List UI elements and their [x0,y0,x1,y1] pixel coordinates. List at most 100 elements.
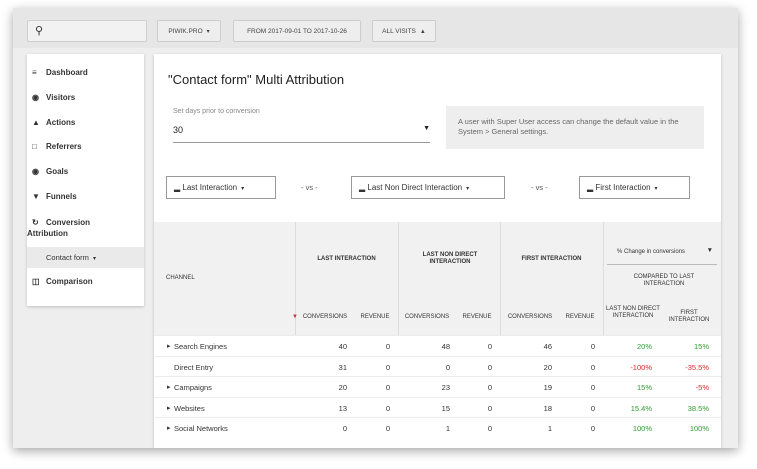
funnel-icon: ▼ [32,192,40,201]
col-conversions-3[interactable]: CONVERSIONS [505,314,555,320]
table-row[interactable]: ▸ Campaigns 20 0 23 0 19 0 15% -5% [154,376,721,397]
channel-header: CHANNEL [166,275,195,281]
settings-info-box: A user with Super User access can change… [446,106,704,149]
conversions-first: 19 [543,383,552,392]
col-revenue-3[interactable]: REVENUE [560,314,600,320]
change-first: 100% [689,424,709,433]
revenue-first: 0 [590,424,595,433]
sidebar-item-conversion-attribution[interactable]: ↻ Conversion Attribution [27,217,127,239]
expand-toggle-icon[interactable]: ▸ [167,424,171,432]
date-range-button[interactable]: FROM 2017-09-01 TO 2017-10-26 [233,20,361,42]
model-select-1[interactable]: ▂ Last Interaction ▾ [166,176,276,199]
sidebar-subitem-label: Contact form [46,253,89,262]
calendar-icon: □ [32,142,37,151]
change-last-non-direct: -100% [630,362,652,372]
col-conversions-2[interactable]: CONVERSIONS [402,314,452,320]
segment-button[interactable]: ALL VISITS ▲ [372,20,436,42]
search-input[interactable]: ⚲ [27,20,147,42]
expand-toggle-icon[interactable]: ▸ [167,342,171,350]
sidebar-item-label: Visitors [46,93,76,102]
conversions-last: 31 [338,362,347,372]
change-last-non-direct: 20% [636,342,652,351]
sidebar-item-label: Dashboard [46,68,88,77]
channel-name: Direct Entry [174,362,214,372]
compare-icon: ◫ [32,277,40,286]
change-first: -35.5% [685,362,709,372]
expand-toggle-icon[interactable]: ▸ [167,383,171,391]
refresh-icon: ↻ [32,218,39,227]
table-row[interactable]: ▸ Social Networks 0 0 1 0 1 0 100% 100% [154,417,721,438]
caret-down-icon: ▾ [466,186,470,192]
revenue-last: 0 [385,403,390,413]
target-icon: ◉ [32,167,39,176]
segment-label: ALL VISITS [382,28,416,35]
table-row[interactable]: ▸ Websites 13 0 15 0 18 0 15.4% 38.5% [154,396,721,418]
conversions-first: 20 [543,362,552,372]
sidebar-item-label: Actions [46,118,76,127]
sidebar: ≡ Dashboard ◉ Visitors ▲ Actions □ Referrers… [27,54,144,306]
column-divider [603,222,604,335]
revenue-first: 0 [590,383,595,392]
sidebar-item-funnels[interactable]: ▼ Funnels [27,192,77,201]
model-select-label: First Interaction [595,183,651,192]
vs-label: - vs - [531,183,548,192]
revenue-last-non-direct: 0 [487,383,492,392]
channel-name: Search Engines [174,342,227,351]
conversions-first: 1 [547,424,552,433]
model-select-3[interactable]: ▂ First Interaction ▾ [579,176,690,199]
conversions-last-non-direct: 15 [441,403,450,413]
change-first: 38.5% [687,403,709,413]
change-first: 15% [693,342,709,351]
conversions-last-non-direct: 0 [445,362,450,372]
sidebar-item-dashboard[interactable]: ≡ Dashboard [27,68,88,77]
table-row[interactable]: ▸ Search Engines 40 0 48 0 46 0 20% 15% [154,335,721,356]
segment-icon: ▲ [419,29,426,35]
days-prior-select[interactable]: 30 ▼ [173,122,430,143]
sort-desc-icon[interactable]: ▼ [292,314,298,320]
group-header-first: FIRST INTERACTION [521,256,582,262]
conversions-last: 20 [338,383,347,392]
conversions-last: 0 [342,424,347,433]
caret-down-icon: ▾ [654,186,658,192]
sidebar-item-actions[interactable]: ▲ Actions [27,118,75,127]
col-revenue-1[interactable]: REVENUE [355,314,395,320]
caret-down-icon: ▾ [92,256,96,262]
revenue-first: 0 [590,342,595,351]
sidebar-item-goals[interactable]: ◉ Goals [27,167,68,176]
change-metric-select[interactable]: % Change in conversions ▼ [607,240,717,265]
model-select-2[interactable]: ▂ Last Non Direct Interaction ▾ [351,176,505,199]
top-bar: ⚲ PIWIK.PRO ▾ FROM 2017-09-01 TO 2017-10-… [13,8,738,48]
conversions-last-non-direct: 1 [445,424,450,433]
list-icon: ≡ [32,68,37,77]
sidebar-item-label: Referrers [46,142,82,151]
revenue-last: 0 [385,342,390,351]
table-header: CHANNEL LAST INTERACTION LAST NON DIRECT… [154,222,721,335]
col-revenue-2[interactable]: REVENUE [457,314,497,320]
sidebar-item-referrers[interactable]: □ Referrers [27,142,82,151]
col-change-first[interactable]: FIRST INTERACTION [661,310,717,324]
dropdown-arrow-icon: ▼ [423,125,430,132]
sidebar-item-label: Funnels [46,192,77,201]
change-last-non-direct: 15.4% [630,403,652,413]
search-icon: ⚲ [35,25,44,37]
model-select-label: Last Non Direct Interaction [367,183,463,192]
revenue-last: 0 [385,424,390,433]
site-selector-label: PIWIK.PRO [168,28,203,35]
revenue-last-non-direct: 0 [487,403,492,413]
site-selector-button[interactable]: PIWIK.PRO ▾ [157,20,221,42]
revenue-last: 0 [385,383,390,392]
sidebar-item-comparison[interactable]: ◫ Comparison [27,277,93,286]
sidebar-subitem-contact-form[interactable]: Contact form ▾ [27,247,144,268]
column-divider [500,222,501,335]
col-conversions-1[interactable]: CONVERSIONS [299,314,351,320]
change-last-non-direct: 15% [636,383,652,392]
vs-label: - vs - [301,183,318,192]
sidebar-item-visitors[interactable]: ◉ Visitors [27,93,75,102]
channel-name: Websites [174,403,205,413]
change-metric-label: % Change in conversions [617,249,686,255]
chart-icon: ▂ [359,183,366,192]
col-change-last-non-direct[interactable]: LAST NON DIRECT INTERACTION [606,306,660,320]
group-header-last-non-direct: LAST NON DIRECT INTERACTION [422,252,478,265]
caret-down-icon: ▾ [206,29,210,35]
expand-toggle-icon[interactable]: ▸ [167,404,171,412]
